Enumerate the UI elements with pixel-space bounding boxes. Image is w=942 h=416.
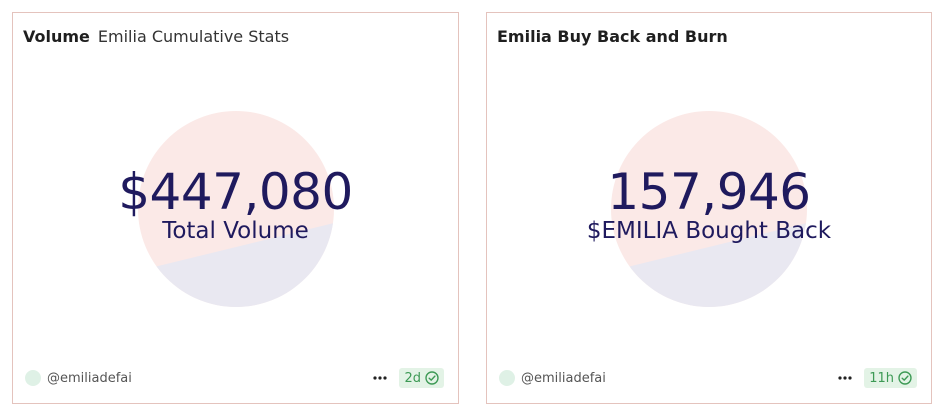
counter-card-buyback: Emilia Buy Back and Burn 157,946 $EMILIA… — [486, 12, 932, 404]
card-controls: 2d — [371, 367, 444, 389]
counter-value: $447,080 — [118, 163, 353, 221]
card-header: Emilia Buy Back and Burn — [497, 27, 728, 46]
avatar — [499, 370, 515, 386]
freshness-age: 2d — [404, 370, 421, 386]
card-title[interactable]: Emilia Buy Back and Burn — [497, 27, 728, 46]
check-circle-icon — [898, 371, 912, 385]
card-title[interactable]: Volume — [23, 27, 90, 46]
more-options-icon[interactable] — [836, 367, 854, 389]
card-footer: @emiliadefai 11h — [499, 367, 917, 389]
freshness-badge[interactable]: 2d — [399, 368, 444, 388]
counter-display: 157,946 $EMILIA Bought Back — [487, 163, 931, 245]
card-controls: 11h — [836, 367, 917, 389]
counter-label: $EMILIA Bought Back — [586, 218, 832, 244]
more-options-icon[interactable] — [371, 367, 389, 389]
card-subtitle[interactable]: Emilia Cumulative Stats — [98, 27, 289, 46]
author-name: @emiliadefai — [521, 370, 606, 386]
check-circle-icon — [425, 371, 439, 385]
author-name: @emiliadefai — [47, 370, 132, 386]
counter-value: 157,946 — [607, 163, 811, 221]
card-footer: @emiliadefai 2d — [25, 367, 444, 389]
counter-card-volume: Volume Emilia Cumulative Stats $447,080 T… — [12, 12, 459, 404]
counter-label: Total Volume — [162, 218, 309, 244]
author-link[interactable]: @emiliadefai — [499, 367, 606, 389]
card-header: Volume Emilia Cumulative Stats — [23, 27, 289, 46]
counter-display: $447,080 Total Volume — [13, 163, 458, 245]
author-link[interactable]: @emiliadefai — [25, 367, 132, 389]
freshness-badge[interactable]: 11h — [864, 368, 917, 388]
freshness-age: 11h — [869, 370, 894, 386]
avatar — [25, 370, 41, 386]
